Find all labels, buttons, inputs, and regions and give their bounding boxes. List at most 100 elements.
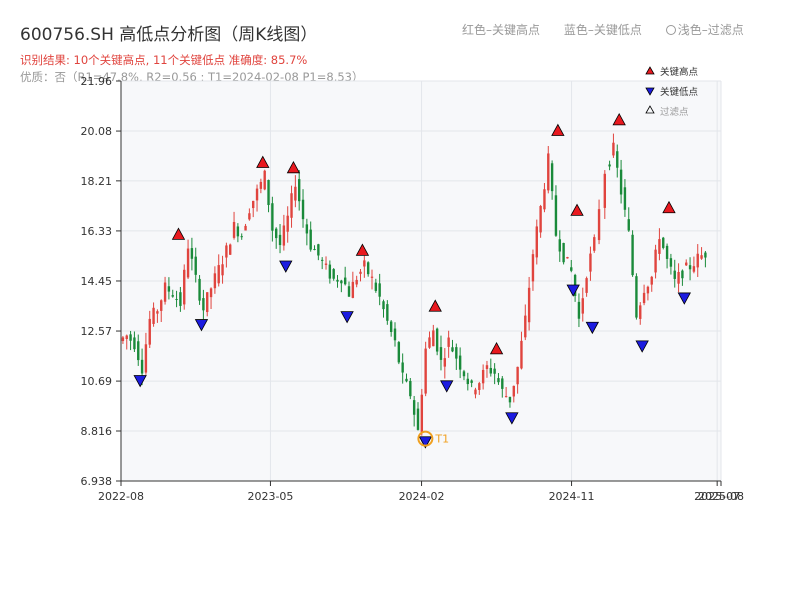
candle-body [163, 282, 167, 302]
candle-body [282, 225, 286, 246]
candle-body [543, 189, 546, 210]
candle-body [658, 239, 661, 254]
candle-body [497, 378, 500, 383]
candle-body [558, 239, 561, 252]
candle-body [397, 342, 401, 363]
candle-body [589, 253, 592, 272]
candle-body [217, 265, 220, 284]
candle-body [504, 396, 508, 398]
candle-body [317, 244, 320, 256]
candle-body [570, 267, 573, 271]
candle-body [577, 301, 581, 319]
candle-body [347, 286, 351, 297]
candle-body [478, 383, 481, 390]
candle-body [508, 396, 512, 403]
candle-body [320, 259, 324, 261]
candle-body [198, 278, 201, 301]
candle-body [313, 249, 316, 251]
candle-body [642, 292, 646, 304]
y-tick-label: 12.57 [81, 325, 113, 338]
candle-body [160, 300, 163, 311]
candle-body [336, 279, 339, 282]
candle-body [236, 226, 240, 237]
candle-body [470, 380, 473, 383]
candle-body [328, 264, 332, 279]
candle-body [206, 292, 209, 313]
candle-body [443, 358, 447, 367]
candle-body [612, 142, 615, 156]
candle-body [252, 200, 255, 209]
candle-body [424, 348, 427, 394]
candle-body [232, 221, 236, 238]
candle-body [704, 252, 707, 258]
candle-body [489, 367, 492, 374]
candle-body [186, 248, 190, 278]
y-tick-label: 18.21 [81, 175, 113, 188]
candle-body [351, 281, 355, 298]
candle-body [619, 169, 623, 195]
candle-body [439, 347, 443, 360]
candle-body [681, 270, 684, 279]
candle-body [631, 234, 634, 276]
candle-body [148, 318, 151, 345]
candle-body [462, 371, 466, 377]
x-tick-label: 2024-11 [549, 490, 595, 503]
candle-body [597, 209, 601, 241]
candle-body [389, 321, 393, 333]
candle-body [340, 280, 343, 284]
candle-body [244, 225, 247, 231]
candle-body [363, 260, 366, 267]
candle-body [259, 181, 263, 189]
candle-body [267, 179, 270, 206]
candle-body [535, 226, 538, 258]
candle-body [485, 365, 489, 369]
legend-high-icon [645, 66, 655, 75]
candle-body [493, 368, 496, 374]
candle-body [593, 237, 596, 251]
x-tick-label: 2023-05 [247, 490, 293, 503]
candle-body [562, 242, 565, 263]
candle-body [696, 253, 699, 268]
x-tick-label: 2025-08 [698, 490, 744, 503]
candle-body [692, 266, 696, 272]
candle-body [688, 265, 692, 270]
y-tick-label: 21.96 [81, 75, 113, 88]
candle-body [125, 335, 128, 339]
candle-body [393, 328, 397, 341]
candle-body [409, 380, 412, 397]
candle-body [175, 298, 178, 300]
candle-body [639, 305, 642, 319]
y-tick-label: 10.69 [81, 375, 113, 388]
candle-body [152, 307, 155, 324]
candle-body [121, 337, 125, 342]
candle-body [374, 282, 378, 291]
candle-body [171, 295, 174, 297]
y-tick-label: 16.33 [81, 225, 113, 238]
candle-body [669, 258, 673, 267]
candle-body [616, 151, 619, 168]
candle-body [627, 219, 630, 231]
candle-body [213, 273, 217, 289]
candle-body [401, 362, 404, 373]
candle-body [531, 254, 535, 282]
candle-body [190, 248, 194, 259]
candle-body [646, 286, 650, 294]
candle-body [554, 195, 558, 236]
candle-body [144, 344, 148, 373]
candle-body [225, 245, 228, 258]
candle-body [673, 270, 676, 279]
candle-body [581, 298, 584, 314]
candle-body [700, 255, 703, 259]
candle-body [447, 337, 450, 347]
legend-high-label: 关键高点 [660, 66, 699, 78]
candle-body [432, 330, 435, 347]
candle-body [359, 271, 362, 274]
candle-body [370, 276, 374, 278]
candle-body [386, 304, 389, 321]
candle-body [301, 199, 305, 220]
candle-body [416, 408, 420, 430]
candle-body [297, 179, 301, 202]
candle-body [654, 249, 657, 273]
candle-body [229, 244, 232, 255]
candle-body [455, 347, 458, 359]
